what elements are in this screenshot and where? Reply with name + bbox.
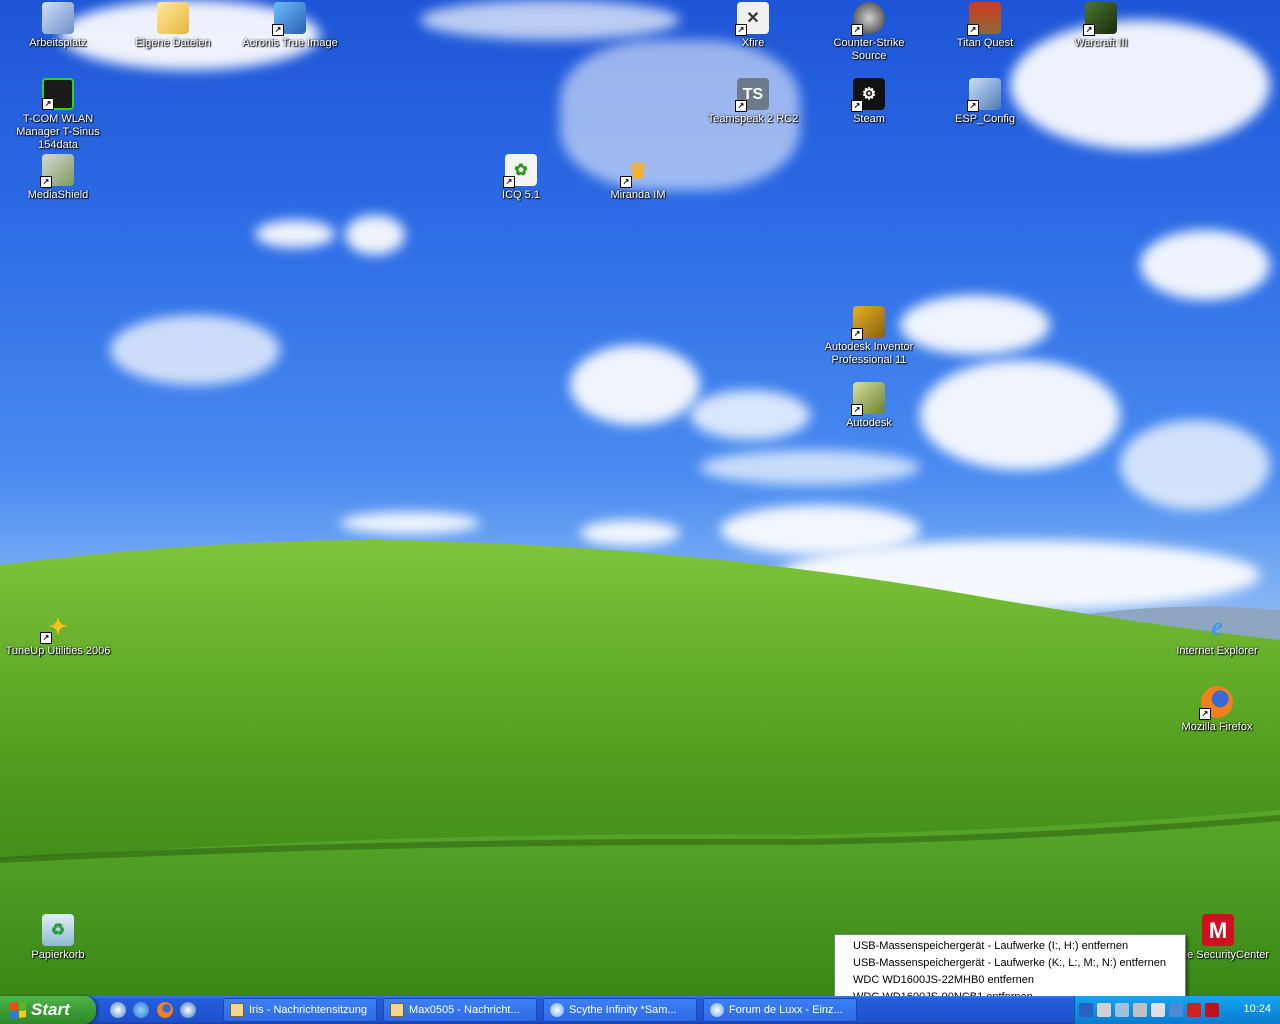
menu-item-remove-usb-klmn[interactable]: USB-Massenspeichergerät - Laufwerke (K:,… <box>835 955 1185 972</box>
taskbar-button-scythe[interactable]: Scythe Infinity *Sam... <box>543 998 697 1022</box>
autodesk-icon: ↗ <box>851 382 885 416</box>
acronis-icon: ↗ <box>272 2 306 36</box>
desktop-icon-acronis[interactable]: ↗ Acronis True Image <box>234 2 346 50</box>
desktop-icon-label: Counter-Strike Source <box>833 37 905 62</box>
tray-app-icon[interactable] <box>1169 1003 1183 1017</box>
desktop-icon-label: T-COM WLAN Manager T-Sinus 154data <box>16 113 100 151</box>
teamspeak-icon: TS ↗ <box>735 78 769 112</box>
miranda-icon: ♛ ↗ <box>620 154 654 188</box>
desktop-icon-internet-explorer[interactable]: e Internet Explorer <box>1161 610 1273 658</box>
desktop-icon-steam[interactable]: ⚙ ↗ Steam <box>813 78 925 126</box>
desktop-icon-label: MediaShield <box>27 189 89 201</box>
start-button[interactable]: Start <box>0 996 96 1024</box>
desktop-icon-counter-strike[interactable]: ↗ Counter-Strike Source <box>813 2 925 63</box>
taskbar-button-iris[interactable]: Iris - Nachrichtensitzung <box>223 998 377 1022</box>
desktop-icon-xfire[interactable]: ✕ ↗ Xfire <box>697 2 809 50</box>
tray-monitor-icon[interactable] <box>1151 1003 1165 1017</box>
clock[interactable]: 10:24 <box>1243 1003 1271 1015</box>
start-label: Start <box>31 1000 70 1019</box>
desktop-icon-firefox[interactable]: ↗ Mozilla Firefox <box>1161 686 1273 734</box>
tray-safely-remove-hardware-icon[interactable] <box>1115 1003 1129 1017</box>
taskbar-button-label: Scythe Infinity *Sam... <box>569 1004 677 1016</box>
document-icon <box>550 1003 564 1017</box>
recycle-bin-icon: ♻ <box>42 914 74 946</box>
taskbar-button-label: Iris - Nachrichtensitzung <box>249 1004 367 1016</box>
desktop-icon-label: Warcraft III <box>1074 37 1128 49</box>
titan-quest-helmet-icon: ↗ <box>967 2 1001 36</box>
quicklaunch-media-player-icon[interactable] <box>180 1002 196 1018</box>
desktop-icon-label: Steam <box>853 113 885 125</box>
desktop-icon-label: ICQ 5.1 <box>502 189 540 201</box>
tray-network-icon[interactable] <box>1097 1003 1111 1017</box>
desktop-icon-label: Arbeitsplatz <box>29 37 87 49</box>
desktop-icon-warcraft[interactable]: ↗ Warcraft III <box>1045 2 1157 50</box>
desktop-icon-teamspeak[interactable]: TS ↗ Teamspeak 2 RC2 <box>697 78 809 126</box>
desktop-icon-wlan-manager[interactable]: ↗ T-COM WLAN Manager T-Sinus 154data <box>2 78 114 152</box>
desktop-icon-icq[interactable]: ✿ ↗ ICQ 5.1 <box>465 154 577 202</box>
my-computer-icon <box>42 2 74 34</box>
menu-item-remove-usb-ih[interactable]: USB-Massenspeichergerät - Laufwerke (I:,… <box>835 938 1185 955</box>
mediashield-icon: ↗ <box>40 154 74 188</box>
desktop-icon-label: Acronis True Image <box>242 37 338 49</box>
mcafee-icon: M <box>1202 914 1234 946</box>
warcraft-icon: ↗ <box>1083 2 1117 36</box>
menu-item-remove-wdc-22mhb0[interactable]: WDC WD1600JS-22MHB0 entfernen <box>835 972 1185 989</box>
taskbar-button-forum-de-luxx[interactable]: Forum de Luxx - Einz... <box>703 998 857 1022</box>
wallpaper-hills <box>0 540 1280 996</box>
taskbar-button-max0505[interactable]: Max0505 - Nachricht... <box>383 998 537 1022</box>
system-tray: 10:24 <box>1074 996 1280 1024</box>
desktop-icon-miranda[interactable]: ♛ ↗ Miranda IM <box>582 154 694 202</box>
taskbar-button-label: Max0505 - Nachricht... <box>409 1004 520 1016</box>
desktop-icon-label: Papierkorb <box>31 949 85 961</box>
tray-chevron-icon[interactable] <box>1079 1003 1093 1017</box>
desktop-icon-label: Teamspeak 2 RC2 <box>707 113 799 125</box>
message-window-icon <box>390 1003 404 1017</box>
desktop-icon-label: Xfire <box>741 37 765 49</box>
windows-flag-icon <box>10 1001 26 1019</box>
desktop-icon-label: Miranda IM <box>610 189 666 201</box>
desktop-icon-papierkorb[interactable]: ♻ Papierkorb <box>2 914 114 962</box>
desktop-icon-tuneup[interactable]: ✦ ↗ TuneUp Utilities 2006 <box>2 610 114 658</box>
wlan-manager-icon: ↗ <box>42 78 74 110</box>
tray-volume-icon[interactable] <box>1133 1003 1147 1017</box>
desktop-icon-label: ESP_Config <box>955 113 1015 125</box>
message-window-icon <box>230 1003 244 1017</box>
desktop-icon-autodesk-inventor[interactable]: ↗ Autodesk Inventor Professional 11 <box>813 306 925 367</box>
desktop-icon-label: Eigene Dateien <box>135 37 211 49</box>
desktop-icon-label: Internet Explorer <box>1176 645 1258 657</box>
browser-page-icon <box>710 1003 724 1017</box>
steam-icon: ⚙ ↗ <box>851 78 885 112</box>
internet-explorer-icon: e <box>1211 611 1223 641</box>
tray-mcafee-icon[interactable] <box>1205 1003 1219 1017</box>
desktop-icon-arbeitsplatz[interactable]: Arbeitsplatz <box>2 2 114 50</box>
taskbar-button-label: Forum de Luxx - Einz... <box>729 1004 843 1016</box>
xfire-icon: ✕ ↗ <box>735 2 769 36</box>
taskbar: Start Iris - Nachrichtensitzung Max0505 … <box>0 996 1280 1024</box>
quicklaunch-firefox-icon[interactable] <box>157 1002 173 1018</box>
tuneup-icon: ✦ ↗ <box>40 610 74 644</box>
esp-config-icon: ↗ <box>967 78 1001 112</box>
desktop-icon-titan-quest[interactable]: ↗ Titan Quest <box>929 2 1041 50</box>
desktop-icon-eigene-dateien[interactable]: Eigene Dateien <box>117 2 229 50</box>
desktop-icon-label: Mozilla Firefox <box>1181 721 1253 733</box>
desktop[interactable]: Arbeitsplatz Eigene Dateien ↗ Acronis Tr… <box>0 0 1280 996</box>
counter-strike-icon: ↗ <box>851 2 885 36</box>
quicklaunch-internet-explorer-icon[interactable] <box>133 1002 149 1018</box>
autodesk-inventor-icon: ↗ <box>851 306 885 340</box>
tray-security-icon[interactable] <box>1187 1003 1201 1017</box>
desktop-icon-mediashield[interactable]: ↗ MediaShield <box>2 154 114 202</box>
desktop-icon-label: Titan Quest <box>956 37 1014 49</box>
quicklaunch-desktop-icon[interactable] <box>110 1002 126 1018</box>
my-documents-folder-icon <box>157 2 189 34</box>
desktop-icon-label: Autodesk <box>846 417 892 429</box>
safely-remove-hardware-menu: USB-Massenspeichergerät - Laufwerke (I:,… <box>834 934 1186 1004</box>
desktop-icon-esp-config[interactable]: ↗ ESP_Config <box>929 78 1041 126</box>
desktop-icon-label: Autodesk Inventor Professional 11 <box>824 341 914 366</box>
firefox-icon: ↗ <box>1199 686 1233 720</box>
desktop-icon-label: TuneUp Utilities 2006 <box>5 645 111 657</box>
icq-flower-icon: ✿ ↗ <box>503 154 537 188</box>
desktop-icon-autodesk[interactable]: ↗ Autodesk <box>813 382 925 430</box>
